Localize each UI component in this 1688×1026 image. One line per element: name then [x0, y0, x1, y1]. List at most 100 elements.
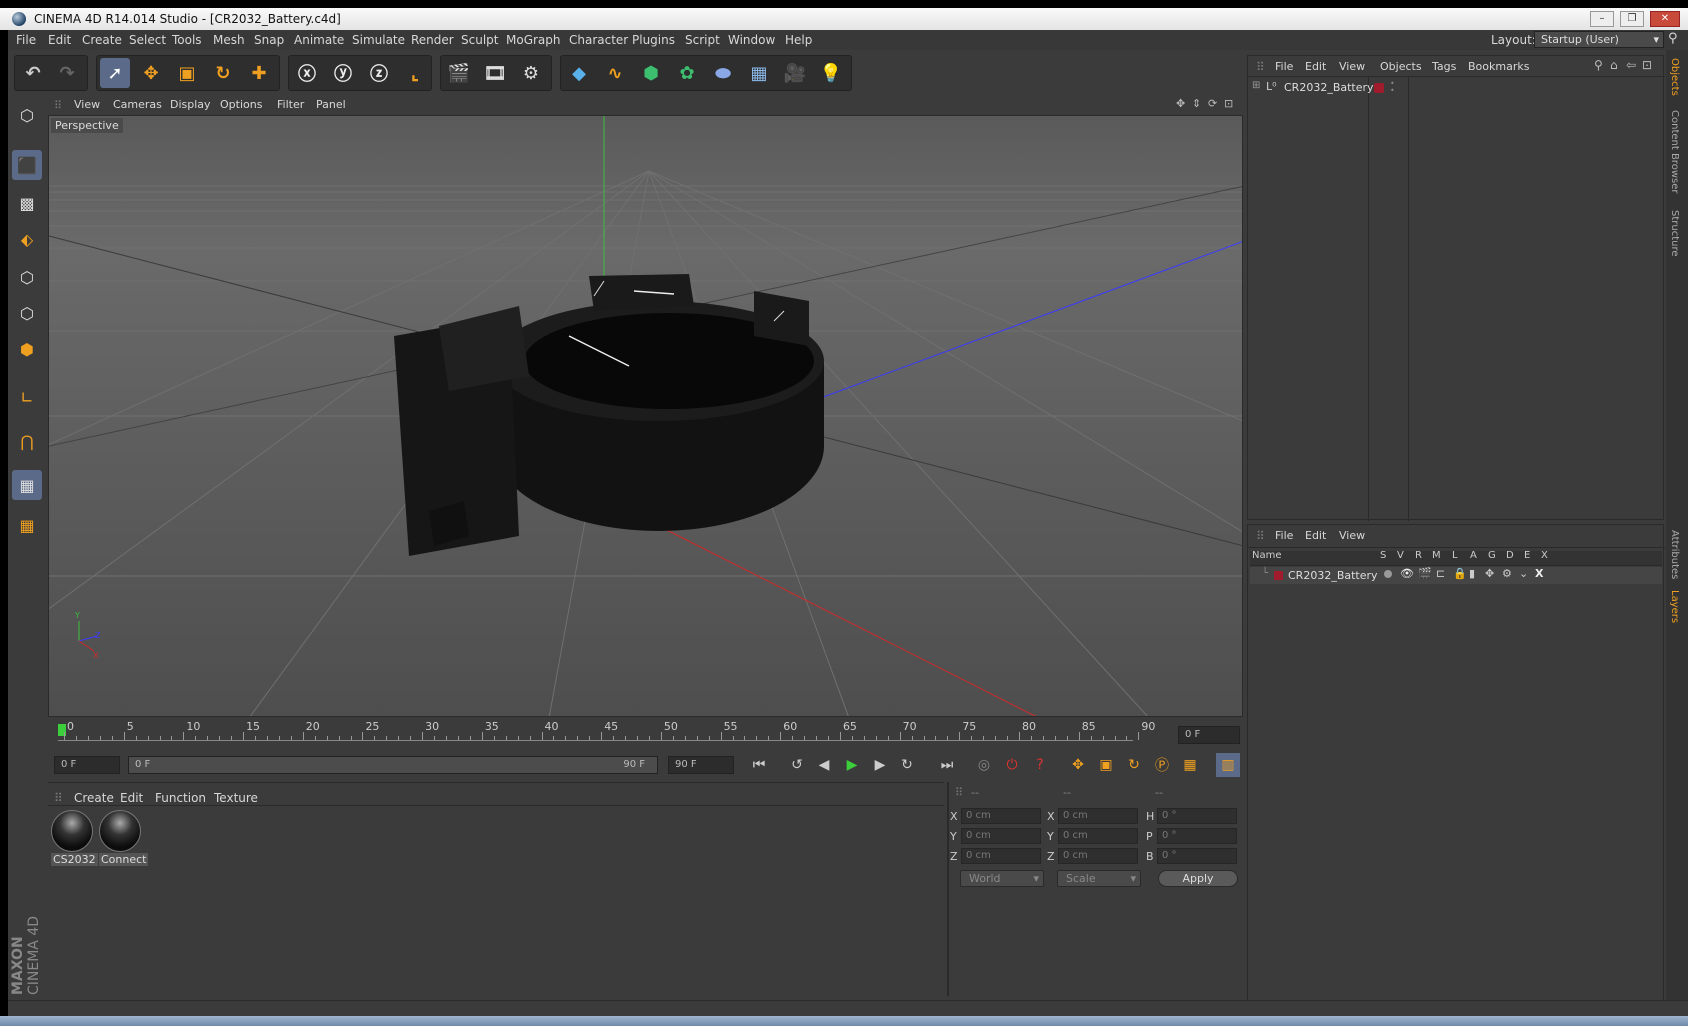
scale-tool-icon[interactable]: ▣ — [172, 58, 202, 88]
end-frame-field[interactable]: 90 F — [668, 756, 734, 774]
viewport-menu-filter[interactable]: Filter — [277, 98, 304, 111]
menu-file[interactable]: File — [16, 33, 36, 47]
planar-workplane-icon[interactable]: ▦ — [12, 510, 42, 540]
col-a[interactable]: A — [1470, 550, 1477, 561]
viewport-menu-options[interactable]: Options — [220, 98, 262, 111]
next-key-icon[interactable]: ↻ — [895, 753, 919, 777]
up-icon[interactable]: ⇦ — [1626, 58, 1636, 72]
objects-menu-edit[interactable]: Edit — [1305, 60, 1326, 73]
z-axis-icon[interactable]: ⓩ — [364, 58, 394, 88]
menu-sculpt[interactable]: Sculpt — [461, 33, 498, 47]
timeline-ruler[interactable]: 0 5 10 15 20 25 30 35 40 45 50 55 60 65 70 75 80 85 90 0 F — [48, 720, 1243, 750]
menu-tools[interactable]: Tools — [172, 33, 202, 47]
object-row-cr2032-battery[interactable]: ⊞ L⁰ CR2032_Battery • • — [1252, 80, 1652, 96]
viewport-rotate-icon[interactable]: ⟳ — [1208, 97, 1217, 110]
workplane-lock-icon[interactable]: ▦ — [12, 470, 42, 500]
minimize-button[interactable]: – — [1590, 11, 1614, 27]
menu-animate[interactable]: Animate — [294, 33, 344, 47]
key-parameter-icon[interactable]: Ⓟ — [1150, 753, 1174, 777]
cube-icon[interactable]: ◆ — [564, 58, 594, 88]
key-pla-icon[interactable]: ▦ — [1178, 753, 1202, 777]
previous-frame-icon[interactable]: ◀ — [812, 753, 836, 777]
material-menu-edit[interactable]: Edit — [120, 791, 143, 805]
xrefs-icon[interactable]: X — [1535, 567, 1543, 580]
timeline-window-icon[interactable]: ▥ — [1216, 753, 1240, 777]
apply-button[interactable]: Apply — [1158, 870, 1238, 887]
menu-script[interactable]: Script — [685, 33, 720, 47]
tab-structure[interactable]: Structure — [1669, 210, 1680, 257]
key-rotation-icon[interactable]: ↻ — [1122, 753, 1146, 777]
size-z-field[interactable]: 0 cm — [1058, 848, 1138, 864]
next-frame-icon[interactable]: ▶ — [868, 753, 892, 777]
spline-pen-icon[interactable]: ∿ — [600, 58, 630, 88]
light-icon[interactable]: 💡 — [816, 58, 846, 88]
snap-magnet-icon[interactable]: ⋂ — [12, 426, 42, 456]
col-v[interactable]: V — [1397, 550, 1404, 561]
menu-window[interactable]: Window — [728, 33, 775, 47]
move-tool-icon[interactable]: ✥ — [136, 58, 166, 88]
record-keys-icon[interactable]: ◎ — [972, 753, 996, 777]
keyframe-selection-icon[interactable]: ? — [1028, 753, 1052, 777]
menu-snap[interactable]: Snap — [254, 33, 284, 47]
material-label-cs2032[interactable]: CS2032 — [51, 853, 98, 866]
size-mode-dropdown[interactable]: Scale ▾ — [1057, 870, 1141, 887]
generators-icon[interactable]: ✥ — [1485, 567, 1494, 580]
play-icon[interactable]: ▶ — [840, 753, 864, 777]
layers-menu-view[interactable]: View — [1339, 529, 1365, 542]
menu-edit[interactable]: Edit — [48, 33, 71, 47]
new-window-icon[interactable]: ⊡ — [1642, 58, 1652, 72]
render-settings-icon[interactable]: ⚙ — [516, 58, 546, 88]
expand-icon[interactable]: ⊞ — [1252, 80, 1260, 91]
objects-menu-tags[interactable]: Tags — [1432, 60, 1456, 73]
auto-keying-icon[interactable]: ⏻ — [1000, 753, 1024, 777]
material-thumb-connect[interactable] — [99, 810, 141, 852]
size-x-field[interactable]: 0 cm — [1058, 808, 1138, 824]
layers-menu-edit[interactable]: Edit — [1305, 529, 1326, 542]
pos-y-field[interactable]: 0 cm — [961, 828, 1041, 844]
rotate-tool-icon[interactable]: ↻ — [208, 58, 238, 88]
render-view-icon[interactable]: 🎬 — [444, 58, 474, 88]
menu-select[interactable]: Select — [129, 33, 166, 47]
lock-icon[interactable]: 🔒 — [1453, 567, 1467, 580]
menu-mesh[interactable]: Mesh — [213, 33, 245, 47]
menu-create[interactable]: Create — [82, 33, 122, 47]
model-mode-icon[interactable]: ⬛ — [12, 150, 42, 180]
col-m[interactable]: M — [1432, 550, 1441, 561]
rot-b-field[interactable]: 0 ° — [1157, 848, 1237, 864]
rot-h-field[interactable]: 0 ° — [1157, 808, 1237, 824]
close-button[interactable]: ✕ — [1650, 11, 1680, 27]
viewport-menu-display[interactable]: Display — [170, 98, 211, 111]
subdivision-surface-icon[interactable]: ⬢ — [636, 58, 666, 88]
col-x[interactable]: X — [1541, 550, 1548, 561]
viewport-menu-panel[interactable]: Panel — [316, 98, 346, 111]
array-icon[interactable]: ✿ — [672, 58, 702, 88]
tab-attributes[interactable]: Attributes — [1669, 530, 1680, 579]
coordinate-system-icon[interactable]: ⌞ — [400, 58, 430, 88]
live-selection-icon[interactable]: ➚ — [100, 58, 130, 88]
viewport-menu-cameras[interactable]: Cameras — [113, 98, 162, 111]
layout-dropdown[interactable]: Startup (User) ▾ — [1534, 31, 1664, 48]
rot-p-field[interactable]: 0 ° — [1157, 828, 1237, 844]
objects-menu-objects[interactable]: Objects — [1380, 60, 1422, 73]
expressions-icon[interactable]: ⌄ — [1519, 567, 1528, 580]
undo-icon[interactable]: ↶ — [18, 58, 48, 88]
layer-color-swatch[interactable] — [1374, 83, 1384, 93]
previous-key-icon[interactable]: ↺ — [785, 753, 809, 777]
y-axis-icon[interactable]: ⓨ — [328, 58, 358, 88]
pos-x-field[interactable]: 0 cm — [961, 808, 1041, 824]
deformers-icon[interactable]: ⚙ — [1502, 567, 1512, 580]
menu-character[interactable]: Character — [569, 33, 628, 47]
camera-icon[interactable]: 🎥 — [780, 58, 810, 88]
start-frame-field[interactable]: 0 F — [54, 756, 120, 774]
menu-help[interactable]: Help — [785, 33, 812, 47]
coordinate-mode-dropdown[interactable]: World ▾ — [960, 870, 1044, 887]
menu-simulate[interactable]: Simulate — [352, 33, 405, 47]
floor-icon[interactable]: ▦ — [744, 58, 774, 88]
deformer-icon[interactable]: ⬬ — [708, 58, 738, 88]
objects-menu-file[interactable]: File — [1275, 60, 1293, 73]
render-picture-viewer-icon[interactable]: 🎞 — [480, 58, 510, 88]
layer-row-cr2032-battery[interactable]: └ CR2032_Battery 👁 🎬 ⊏ 🔒 ▮ ✥ ⚙ ⌄ X — [1250, 567, 1662, 584]
material-menu-texture[interactable]: Texture — [214, 791, 258, 805]
redo-icon[interactable]: ↷ — [52, 58, 82, 88]
menu-mograph[interactable]: MoGraph — [506, 33, 561, 47]
